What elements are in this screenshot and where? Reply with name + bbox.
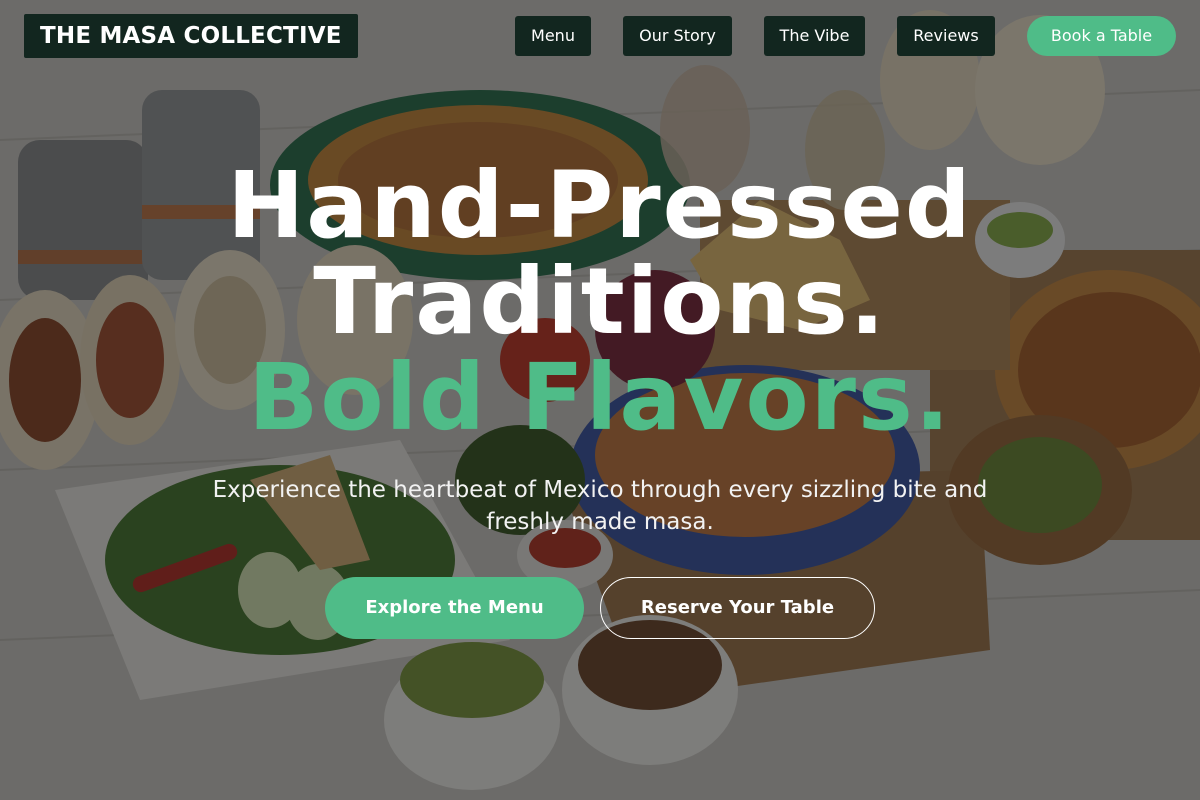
hero-subtitle: Experience the heartbeat of Mexico throu… — [212, 477, 988, 535]
nav-item-reviews[interactable]: Reviews — [897, 16, 995, 56]
headline-line-1: Hand-Pressed — [227, 152, 973, 259]
hero-headline: Hand-Pressed Traditions. Bold Flavors. — [0, 158, 1200, 446]
explore-menu-button[interactable]: Explore the Menu — [325, 577, 584, 639]
top-navigation: THE MASA COLLECTIVE Menu Our Story The V… — [0, 0, 1200, 72]
nav-item-our-story[interactable]: Our Story — [623, 16, 732, 56]
brand-logo[interactable]: THE MASA COLLECTIVE — [24, 14, 358, 58]
book-a-table-button[interactable]: Book a Table — [1027, 16, 1176, 56]
nav-item-the-vibe[interactable]: The Vibe — [764, 16, 865, 56]
hero-section: THE MASA COLLECTIVE Menu Our Story The V… — [0, 0, 1200, 800]
headline-accent: Bold Flavors. — [248, 344, 952, 451]
headline-line-2: Traditions. — [313, 248, 887, 355]
nav-item-menu[interactable]: Menu — [515, 16, 591, 56]
reserve-table-button[interactable]: Reserve Your Table — [600, 577, 875, 639]
